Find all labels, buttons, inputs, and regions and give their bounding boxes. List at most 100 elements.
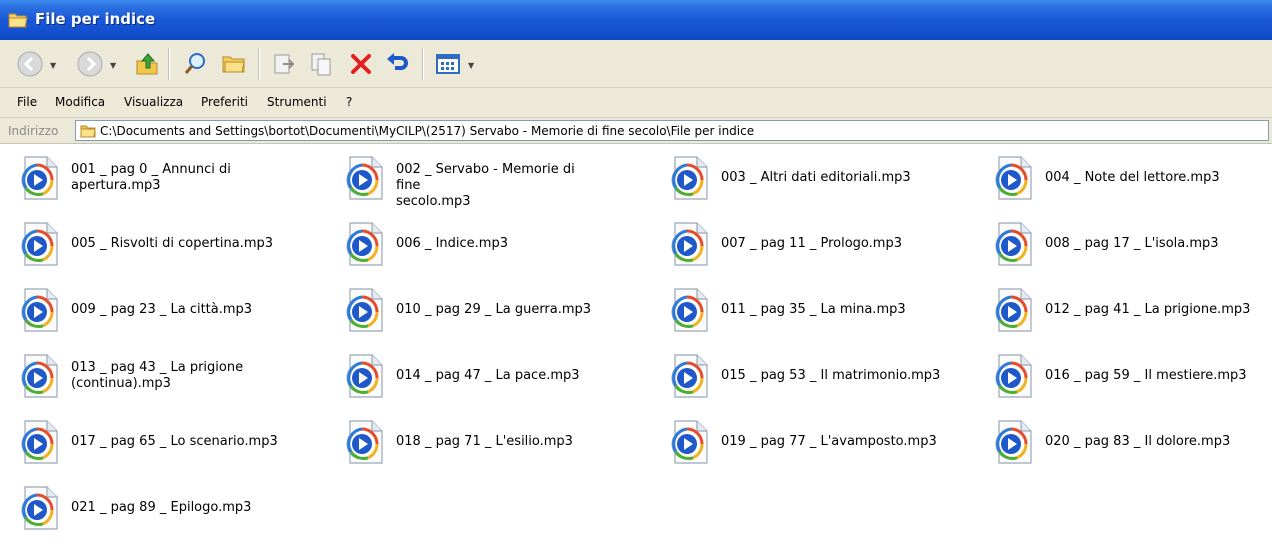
media-player-icon	[989, 352, 1037, 400]
file-name-line1: 010 _ pag 29 _ La guerra.mp3	[396, 302, 592, 317]
file-name-line1: 014 _ pag 47 _ La pace.mp3	[396, 368, 580, 383]
file-name: 004 _ Note del lettore.mp3	[1045, 170, 1272, 186]
menu-preferiti[interactable]: Preferiti	[201, 95, 248, 109]
file-name: 017 _ pag 65 _ Lo scenario.mp3	[71, 434, 331, 450]
file-name-line1: 017 _ pag 65 _ Lo scenario.mp3	[71, 434, 278, 449]
menu-modifica[interactable]: Modifica	[55, 95, 105, 109]
file-item[interactable]: 011 _ pag 35 _ La mina.mp3	[665, 286, 983, 338]
menu-file[interactable]: File	[17, 95, 37, 109]
file-item[interactable]: 005 _ Risvolti di copertina.mp3	[15, 220, 333, 272]
file-item[interactable]: 020 _ pag 83 _ Il dolore.mp3	[989, 418, 1272, 470]
media-player-icon	[665, 220, 713, 268]
folder-icon	[8, 11, 28, 29]
media-player-icon	[15, 352, 63, 400]
forward-dropdown-icon[interactable]: ▼	[110, 61, 116, 70]
views-button[interactable]	[432, 49, 464, 79]
views-dropdown-icon[interactable]: ▼	[468, 61, 474, 70]
file-name-line1: 013 _ pag 43 _ La prigione	[71, 360, 244, 375]
file-name: 008 _ pag 17 _ L'isola.mp3	[1045, 236, 1272, 252]
back-button[interactable]	[14, 49, 46, 79]
folder-up-icon	[136, 53, 158, 75]
file-item[interactable]: 012 _ pag 41 _ La prigione.mp3	[989, 286, 1272, 338]
file-name: 020 _ pag 83 _ Il dolore.mp3	[1045, 434, 1272, 450]
window-title: File per indice	[35, 10, 156, 28]
file-item[interactable]: 021 _ pag 89 _ Epilogo.mp3	[15, 484, 333, 536]
file-name-line2: apertura.mp3	[71, 178, 161, 193]
up-button[interactable]	[132, 49, 162, 79]
back-arrow-icon	[17, 51, 43, 77]
file-item[interactable]: 002 _ Servabo - Memorie di fine secolo.mp…	[340, 154, 658, 209]
file-name-line1: 020 _ pag 83 _ Il dolore.mp3	[1045, 434, 1231, 449]
media-player-icon	[989, 286, 1037, 334]
address-bar: Indirizzo C:\Documents and Settings\bort…	[0, 118, 1272, 144]
media-player-icon	[340, 352, 388, 400]
menu-strumenti[interactable]: Strumenti	[267, 95, 327, 109]
file-name: 012 _ pag 41 _ La prigione.mp3	[1045, 302, 1272, 318]
file-name: 011 _ pag 35 _ La mina.mp3	[721, 302, 981, 318]
title-bar[interactable]: File per indice	[0, 0, 1272, 40]
file-name: 006 _ Indice.mp3	[396, 236, 656, 252]
file-item[interactable]: 015 _ pag 53 _ Il matrimonio.mp3	[665, 352, 983, 404]
file-name: 010 _ pag 29 _ La guerra.mp3	[396, 302, 656, 318]
file-item[interactable]: 017 _ pag 65 _ Lo scenario.mp3	[15, 418, 333, 470]
undo-button[interactable]	[382, 49, 412, 79]
file-name: 014 _ pag 47 _ La pace.mp3	[396, 368, 656, 384]
search-icon	[184, 53, 205, 74]
file-item[interactable]: 003 _ Altri dati editoriali.mp3	[665, 154, 983, 206]
file-name-line1: 012 _ pag 41 _ La prigione.mp3	[1045, 302, 1251, 317]
file-name: 018 _ pag 71 _ L'esilio.mp3	[396, 434, 656, 450]
forward-arrow-icon	[77, 51, 103, 77]
media-player-icon	[340, 418, 388, 466]
copy-to-button[interactable]	[306, 49, 338, 79]
media-player-icon	[665, 154, 713, 202]
views-icon	[436, 54, 460, 74]
media-player-icon	[665, 286, 713, 334]
file-name-line1: 008 _ pag 17 _ L'isola.mp3	[1045, 236, 1219, 251]
menu-visualizza[interactable]: Visualizza	[124, 95, 183, 109]
file-name-line2: secolo.mp3	[396, 194, 471, 209]
media-player-icon	[15, 286, 63, 334]
address-path: C:\Documents and Settings\bortot\Documen…	[100, 124, 755, 138]
file-name-line1: 019 _ pag 77 _ L'avamposto.mp3	[721, 434, 937, 449]
menu-help[interactable]: ?	[346, 95, 352, 109]
file-name: 005 _ Risvolti di copertina.mp3	[71, 236, 331, 252]
file-item[interactable]: 007 _ pag 11 _ Prologo.mp3	[665, 220, 983, 272]
file-item[interactable]: 001 _ pag 0 _ Annunci di apertura.mp3	[15, 154, 333, 206]
media-player-icon	[15, 484, 63, 532]
copy-to-icon	[311, 53, 331, 76]
file-item[interactable]: 019 _ pag 77 _ L'avamposto.mp3	[665, 418, 983, 470]
move-to-button[interactable]	[268, 49, 300, 79]
forward-button[interactable]	[74, 49, 106, 79]
address-label: Indirizzo	[8, 124, 59, 138]
file-item[interactable]: 006 _ Indice.mp3	[340, 220, 658, 272]
file-item[interactable]: 014 _ pag 47 _ La pace.mp3	[340, 352, 658, 404]
file-item[interactable]: 009 _ pag 23 _ La città.mp3	[15, 286, 333, 338]
file-item[interactable]: 016 _ pag 59 _ Il mestiere.mp3	[989, 352, 1272, 404]
back-dropdown-icon[interactable]: ▼	[50, 61, 56, 70]
media-player-icon	[989, 220, 1037, 268]
media-player-icon	[665, 418, 713, 466]
file-name: 015 _ pag 53 _ Il matrimonio.mp3	[721, 368, 981, 384]
file-name-line1: 011 _ pag 35 _ La mina.mp3	[721, 302, 906, 317]
media-player-icon	[15, 220, 63, 268]
file-name: 021 _ pag 89 _ Epilogo.mp3	[71, 500, 331, 516]
media-player-icon	[989, 418, 1037, 466]
file-item[interactable]: 018 _ pag 71 _ L'esilio.mp3	[340, 418, 658, 470]
folders-button[interactable]	[218, 49, 250, 79]
file-name: 001 _ pag 0 _ Annunci di apertura.mp3	[71, 162, 271, 194]
file-name: 013 _ pag 43 _ La prigione (continua).mp3	[71, 360, 271, 392]
move-to-icon	[274, 54, 295, 74]
file-name: 016 _ pag 59 _ Il mestiere.mp3	[1045, 368, 1272, 384]
folders-icon	[222, 56, 245, 73]
address-field[interactable]: C:\Documents and Settings\bortot\Documen…	[75, 120, 1269, 141]
media-player-icon	[340, 220, 388, 268]
file-item[interactable]: 008 _ pag 17 _ L'isola.mp3	[989, 220, 1272, 272]
media-player-icon	[665, 352, 713, 400]
file-item[interactable]: 010 _ pag 29 _ La guerra.mp3	[340, 286, 658, 338]
delete-button[interactable]	[346, 49, 376, 79]
file-name-line1: 015 _ pag 53 _ Il matrimonio.mp3	[721, 368, 941, 383]
file-name-line2: (continua).mp3	[71, 376, 171, 391]
search-button[interactable]	[180, 49, 212, 79]
file-item[interactable]: 013 _ pag 43 _ La prigione (continua).mp3	[15, 352, 333, 404]
file-item[interactable]: 004 _ Note del lettore.mp3	[989, 154, 1272, 206]
